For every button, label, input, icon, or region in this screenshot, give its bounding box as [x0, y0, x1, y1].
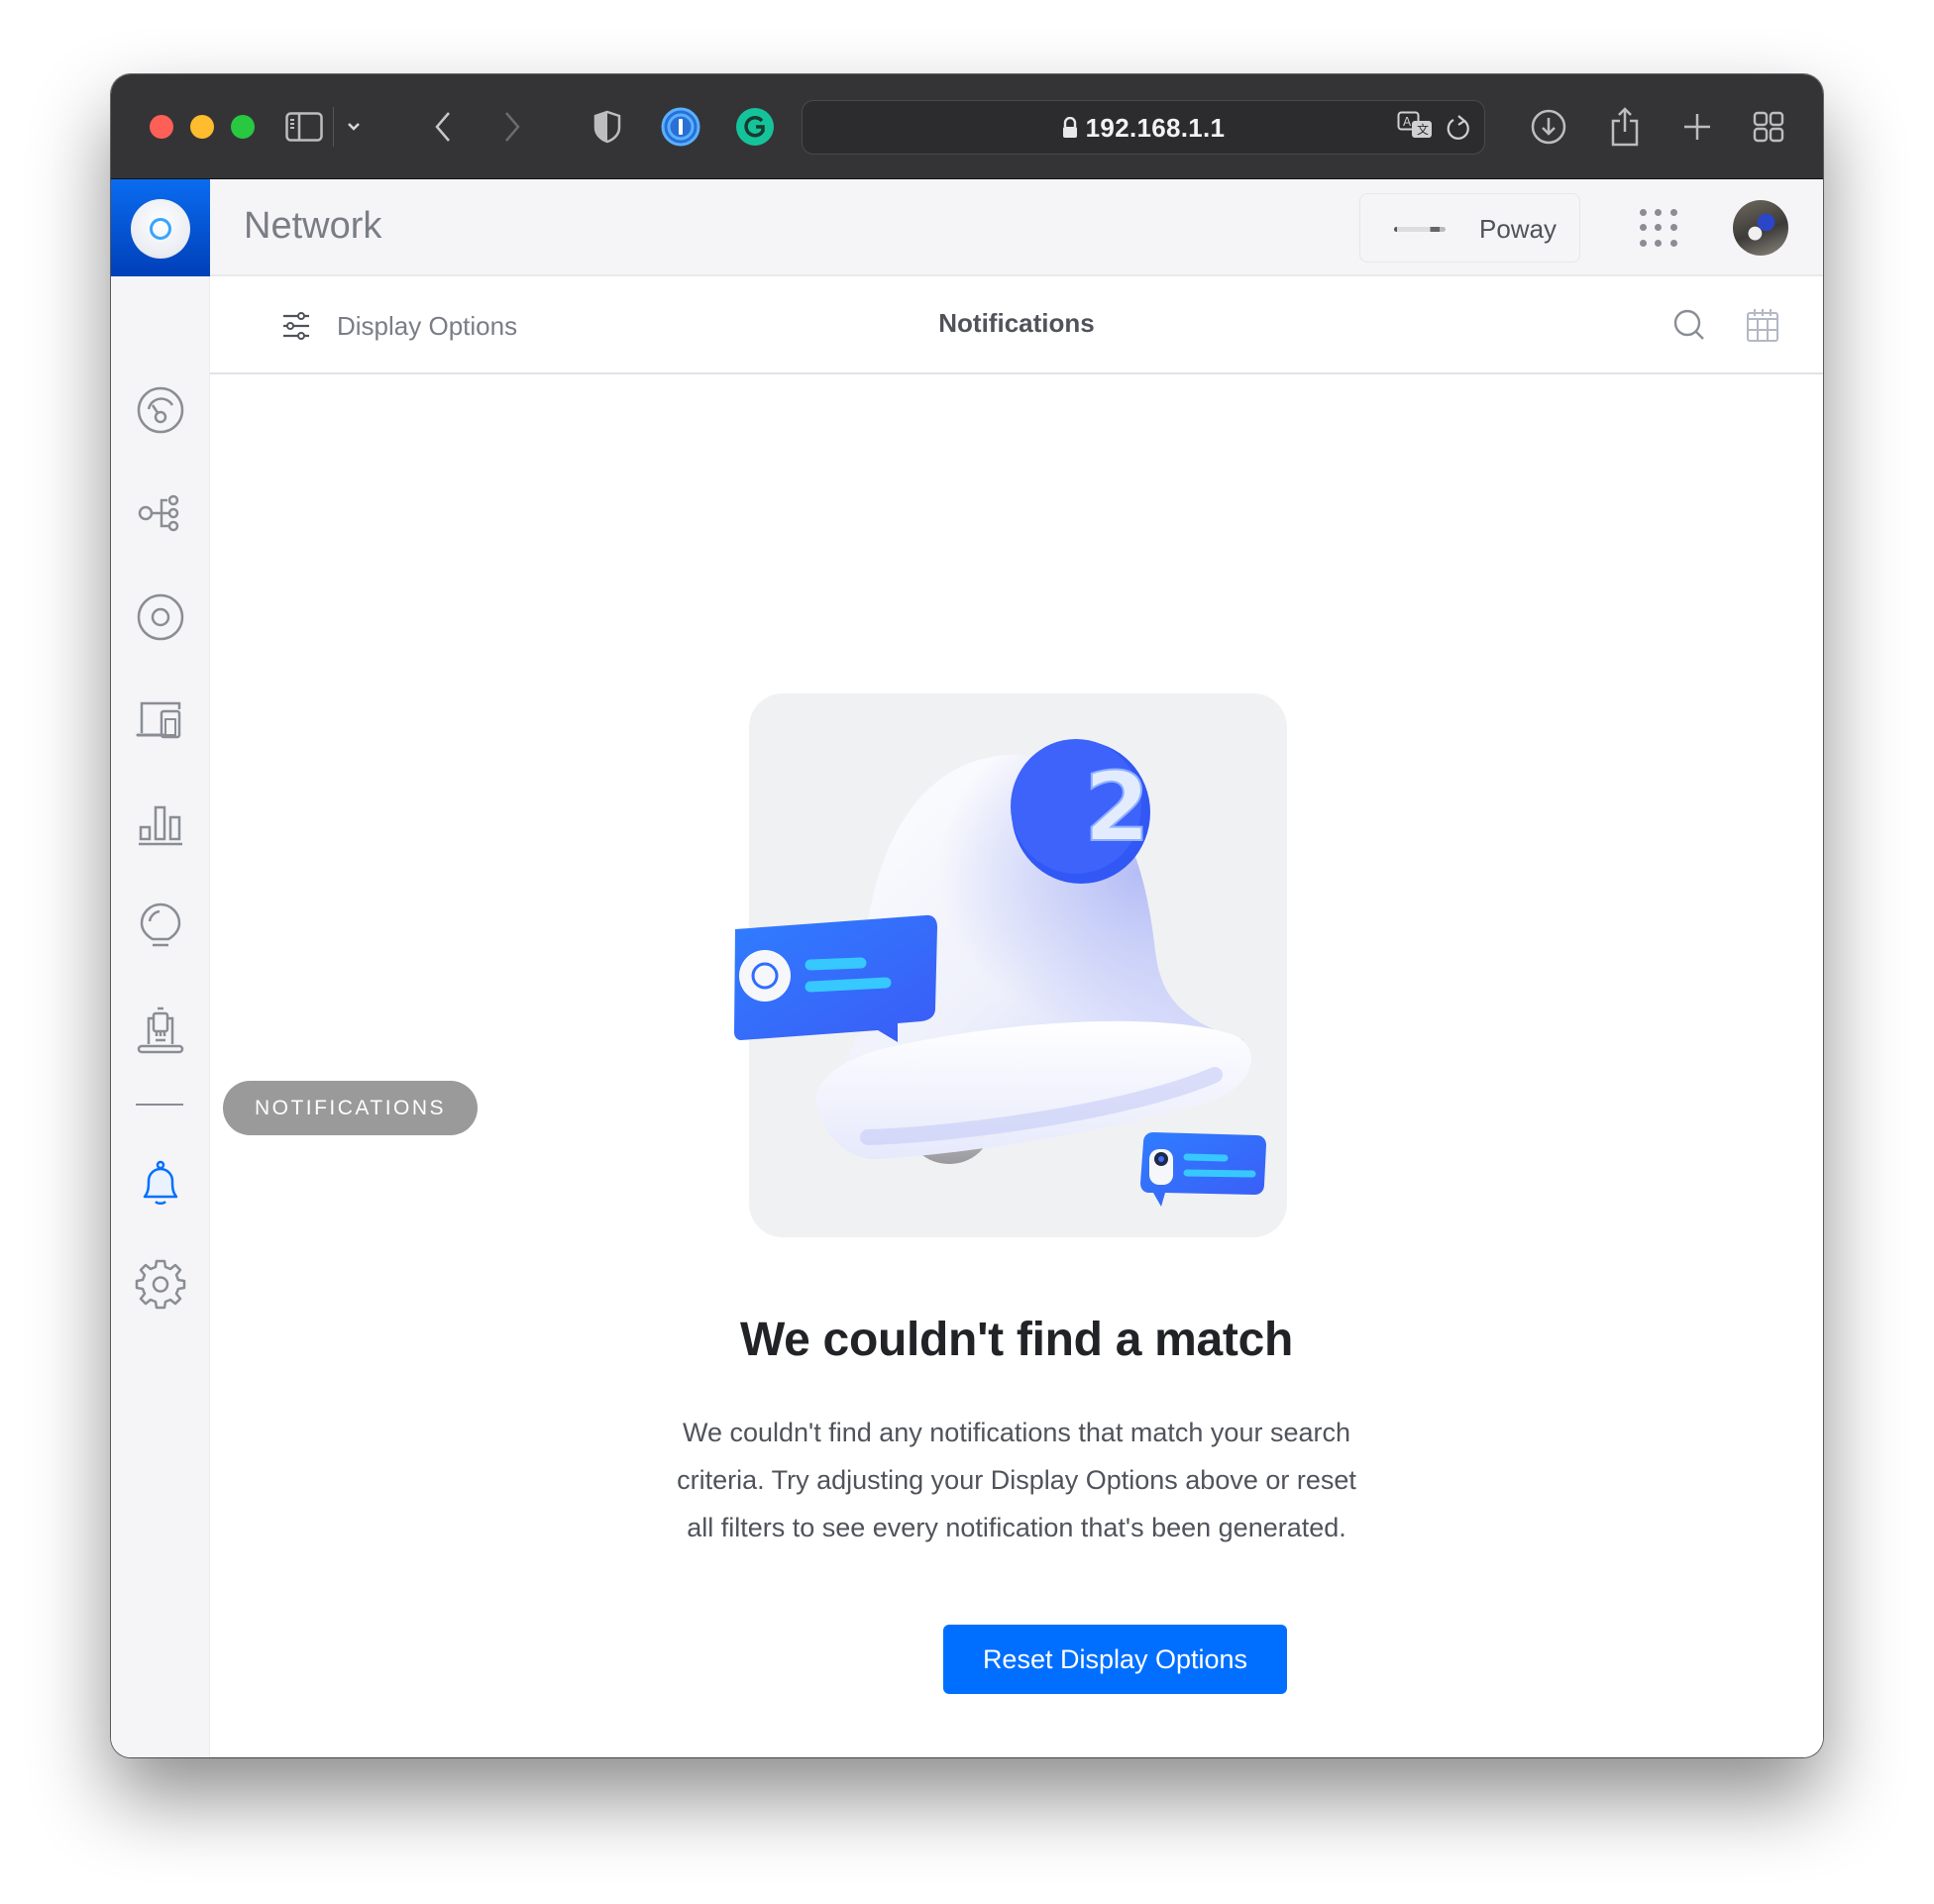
grammarly-icon [736, 108, 774, 146]
browser-window: 192.168.1.1 A文 Network Poway Display Opt… [111, 74, 1823, 1757]
new-tab-button[interactable] [1674, 104, 1720, 150]
bar-chart-icon [139, 805, 182, 846]
empty-state-description: We couldn't find any notifications that … [677, 1418, 1356, 1542]
share-button[interactable] [1602, 104, 1648, 150]
1password-icon [661, 107, 700, 147]
tab-overview-icon [1753, 111, 1784, 143]
zoom-window-button[interactable] [231, 115, 255, 139]
calendar-button[interactable] [1740, 302, 1785, 348]
forward-icon [505, 112, 520, 142]
sidebar-item-client-devices[interactable] [133, 692, 188, 748]
address-bar[interactable]: 192.168.1.1 A文 [802, 100, 1485, 155]
sidebar-item-system-log[interactable] [133, 1003, 188, 1058]
app-header: Network Poway [111, 179, 1823, 276]
site-name: Poway [1479, 214, 1558, 244]
dashboard-gauge-icon [137, 386, 184, 434]
chat-bubble-small [1140, 1132, 1266, 1207]
page-title: Notifications [938, 308, 1095, 338]
user-avatar[interactable] [1733, 200, 1788, 256]
back-icon [435, 112, 450, 142]
back-button[interactable] [420, 104, 466, 150]
translate-button[interactable]: A文 [1397, 111, 1437, 145]
toolbar-divider [333, 107, 334, 147]
bell-icon [143, 1160, 178, 1206]
sidebar-nav [111, 276, 210, 1757]
sidebar-item-settings[interactable] [133, 1256, 188, 1312]
sidebar-item-topology[interactable] [133, 485, 188, 541]
sidebar-toggle-icon [285, 112, 323, 142]
translate-icon: A文 [1397, 111, 1432, 138]
sidebar-item-dashboard[interactable] [133, 382, 188, 438]
app-switcher-icon[interactable] [1637, 206, 1680, 250]
system-log-icon [137, 1006, 184, 1054]
unifi-logo-button[interactable] [111, 179, 210, 276]
tab-overview-button[interactable] [1746, 104, 1791, 150]
bell-illustration: 2 [734, 693, 1287, 1237]
browser-toolbar: 192.168.1.1 A文 [111, 74, 1823, 179]
new-tab-icon [1684, 114, 1710, 140]
unifi-logo-icon [131, 199, 190, 259]
sliders-icon [283, 312, 309, 340]
site-selector[interactable]: Poway [1359, 193, 1580, 263]
privacy-report-button[interactable] [585, 104, 630, 150]
sidebar-divider [136, 1104, 183, 1106]
sidebar-tooltip: NOTIFICATIONS [223, 1081, 478, 1135]
display-options-label: Display Options [337, 310, 518, 341]
notifications-empty-state: 2 We couldn't find a match We couldn't f… [210, 374, 1823, 1757]
password-manager-extension[interactable] [658, 104, 703, 150]
sidebar-item-notifications[interactable] [133, 1154, 188, 1210]
gateway-device-icon [1394, 227, 1446, 232]
svg-text:A: A [1403, 115, 1412, 129]
lightbulb-icon [140, 902, 181, 947]
notifications-toolbar: Display Options Notifications [210, 276, 1823, 374]
sidebar-item-statistics[interactable] [133, 796, 188, 852]
topology-icon [138, 494, 179, 532]
sidebar-item-insights[interactable] [133, 899, 188, 954]
search-button[interactable] [1666, 302, 1712, 348]
app-title: Network [244, 205, 382, 247]
share-icon [1611, 107, 1639, 147]
grammarly-extension[interactable] [732, 104, 778, 150]
download-icon [1531, 109, 1566, 145]
chevron-down-icon [348, 123, 360, 131]
clients-icon [136, 701, 181, 739]
reset-display-options-button[interactable]: Reset Display Options [943, 1625, 1287, 1694]
close-window-button[interactable] [150, 115, 173, 139]
empty-state-heading: We couldn't find a match [739, 1314, 1294, 1366]
privacy-shield-icon [593, 110, 621, 144]
bell-illustration-graphic: 2 [734, 739, 1266, 1207]
downloads-button[interactable] [1526, 104, 1571, 150]
sidebar-toggle-button[interactable] [281, 104, 327, 150]
calendar-icon [1747, 309, 1778, 342]
svg-text:文: 文 [1417, 122, 1429, 137]
forward-button[interactable] [489, 104, 535, 150]
search-icon [1673, 309, 1704, 340]
display-options-button[interactable]: Display Options [281, 304, 517, 348]
unifi-device-icon [137, 593, 184, 641]
lock-icon [1062, 117, 1077, 138]
minimize-window-button[interactable] [190, 115, 214, 139]
sidebar-item-devices[interactable] [133, 589, 188, 645]
url-text: 192.168.1.1 [1085, 113, 1226, 143]
tab-group-menu-button[interactable] [339, 104, 369, 150]
reload-button[interactable] [1445, 113, 1474, 143]
badge-count: 2 [1084, 752, 1150, 863]
gear-icon [135, 1259, 186, 1310]
reload-icon [1447, 115, 1469, 140]
